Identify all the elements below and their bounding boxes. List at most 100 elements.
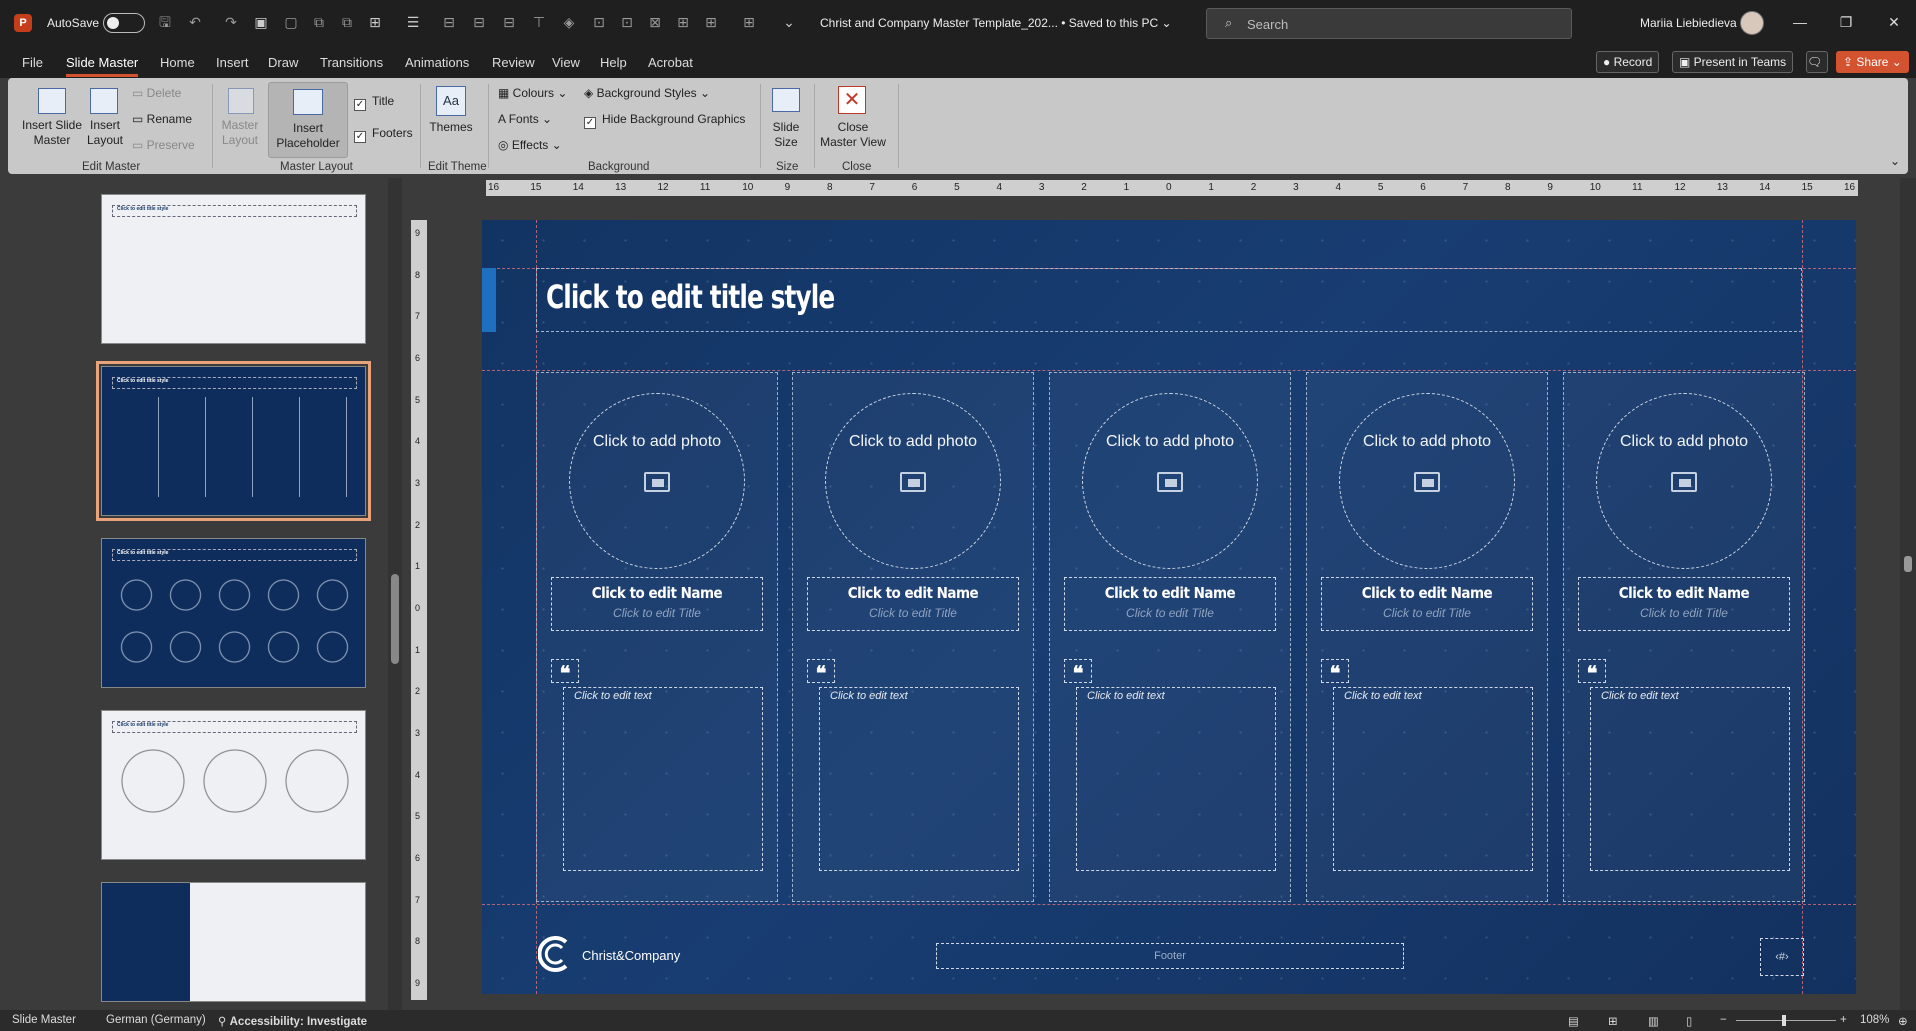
document-title[interactable]: Christ and Company Master Template_202..… — [820, 16, 1172, 30]
thumbnail-scrollbar[interactable] — [388, 178, 402, 1010]
zoom-slider[interactable] — [1736, 1015, 1836, 1026]
photo-placeholder[interactable]: Click to add photo — [1596, 393, 1772, 569]
search-box[interactable]: ⌕ — [1206, 8, 1572, 39]
themes-button[interactable]: Themes — [428, 120, 474, 135]
close-master-view-button[interactable]: Close Master View — [820, 120, 886, 150]
customize-qat-icon[interactable]: ⌄ — [780, 13, 798, 31]
slide-sorter-icon[interactable]: ▥ — [1648, 1014, 1659, 1028]
search-input[interactable] — [1247, 15, 1547, 33]
record-button[interactable]: ● Record — [1596, 51, 1660, 73]
slide-number-placeholder[interactable]: ‹#› — [1760, 938, 1804, 976]
tab-slide-master[interactable]: Slide Master — [66, 55, 139, 77]
tab-view[interactable]: View — [552, 55, 580, 70]
undo-icon[interactable]: ↶ — [186, 13, 204, 31]
master-layout-button[interactable]: Master Layout — [220, 118, 260, 148]
collapse-ribbon-icon[interactable]: ⌄ — [1890, 154, 1900, 169]
qat-layout-icon[interactable]: ⊞ — [366, 13, 384, 31]
thumbnail-scroll-thumb[interactable] — [391, 574, 399, 664]
layout-thumbnail-4[interactable]: Click to edit title style — [101, 710, 366, 860]
tab-home[interactable]: Home — [160, 55, 195, 70]
qat-grid-icon[interactable]: ⊞ — [702, 13, 720, 31]
preserve-button[interactable]: ▭ Preserve — [132, 138, 195, 153]
tab-acrobat[interactable]: Acrobat — [648, 55, 693, 70]
slide-master-layout[interactable]: Click to edit title style Click to add p… — [482, 220, 1856, 994]
layout-thumbnail-1[interactable]: Click to edit title style — [101, 194, 366, 344]
qat-align-right-icon[interactable]: ⊟ — [500, 13, 518, 31]
normal-view-icon[interactable]: ⊞ — [1608, 1014, 1618, 1028]
qat-align-top-icon[interactable]: ⊤ — [530, 13, 548, 31]
qat-shape-icon[interactable]: ▢ — [282, 13, 300, 31]
qat-align-icon[interactable]: ☰ — [404, 13, 422, 31]
effects-button[interactable]: ◎ Effects ⌄ — [498, 138, 562, 153]
fit-to-window-icon[interactable]: ⊕ — [1898, 1014, 1908, 1028]
tab-review[interactable]: Review — [492, 55, 535, 70]
text-placeholder[interactable]: Click to edit text — [563, 687, 763, 871]
tab-help[interactable]: Help — [600, 55, 627, 70]
text-placeholder[interactable]: Click to edit text — [1590, 687, 1790, 871]
footers-checkbox[interactable]: ✓ Footers — [354, 126, 413, 143]
present-in-teams-button[interactable]: ▣ Present in Teams — [1672, 51, 1794, 73]
save-icon[interactable]: 🖫 — [156, 13, 174, 31]
restore-icon[interactable]: ❐ — [1836, 12, 1856, 32]
qat-group-icon[interactable]: ⧉ — [310, 13, 328, 31]
footer-placeholder[interactable]: Footer — [936, 943, 1404, 969]
user-name[interactable]: Mariia Liebiedieva — [1640, 16, 1737, 30]
qat-fill-icon[interactable]: ◈ — [560, 13, 578, 31]
share-button[interactable]: ⇪ Share ⌄ — [1836, 51, 1909, 73]
qat-more-icon[interactable]: ⊞ — [740, 13, 758, 31]
photo-placeholder[interactable]: Click to add photo — [569, 393, 745, 569]
zoom-in-icon[interactable]: + — [1840, 1014, 1847, 1026]
minimize-icon[interactable]: — — [1790, 12, 1810, 32]
name-placeholder[interactable]: Click to edit Name Click to edit Title — [807, 577, 1019, 631]
canvas-scroll-thumb[interactable] — [1904, 556, 1912, 572]
autosave-toggle[interactable] — [103, 13, 145, 33]
photo-placeholder[interactable]: Click to add photo — [1339, 393, 1515, 569]
tab-file[interactable]: File — [22, 55, 43, 70]
comments-icon[interactable]: 🗨 — [1806, 51, 1828, 73]
layout-thumbnail-5[interactable] — [101, 882, 366, 1002]
rename-button[interactable]: ▭ Rename — [132, 112, 192, 127]
fonts-button[interactable]: A Fonts ⌄ — [498, 112, 552, 127]
text-placeholder[interactable]: Click to edit text — [1333, 687, 1533, 871]
tab-draw[interactable]: Draw — [268, 55, 298, 70]
background-styles-button[interactable]: ◈ Background Styles ⌄ — [584, 86, 710, 101]
photo-placeholder[interactable]: Click to add photo — [825, 393, 1001, 569]
zoom-slider-thumb[interactable] — [1782, 1015, 1786, 1026]
accessibility-status[interactable]: ⚲ Accessibility: Investigate — [218, 1014, 367, 1028]
canvas-scrollbar[interactable] — [1900, 178, 1916, 1010]
tab-transitions[interactable]: Transitions — [320, 55, 383, 70]
delete-button[interactable]: ▭ Delete — [132, 86, 181, 101]
layout-thumbnail-2[interactable]: Click to edit title style — [96, 361, 371, 521]
qat-align-left-icon[interactable]: ⊟ — [440, 13, 458, 31]
tab-animations[interactable]: Animations — [405, 55, 469, 70]
colours-button[interactable]: ▦ Colours ⌄ — [498, 86, 567, 101]
present-from-start-icon[interactable]: ▣ — [252, 13, 270, 31]
qat-distribute-v-icon[interactable]: ⊡ — [618, 13, 636, 31]
qat-crop-icon[interactable]: ⊠ — [646, 13, 664, 31]
notes-icon[interactable]: ▤ — [1568, 1014, 1579, 1028]
qat-distribute-icon[interactable]: ⊡ — [590, 13, 608, 31]
layout-thumbnail-3[interactable]: Click to edit title style — [101, 538, 366, 688]
tab-insert[interactable]: Insert — [216, 55, 249, 70]
name-placeholder[interactable]: Click to edit Name Click to edit Title — [1064, 577, 1276, 631]
title-checkbox[interactable]: ✓ Title — [354, 94, 394, 111]
avatar[interactable] — [1740, 11, 1764, 35]
slide-size-button[interactable]: Slide Size — [766, 120, 806, 150]
status-language[interactable]: German (Germany) — [106, 1014, 206, 1026]
text-placeholder[interactable]: Click to edit text — [819, 687, 1019, 871]
insert-slide-master-button[interactable]: Insert Slide Master — [20, 118, 84, 148]
qat-table-icon[interactable]: ⊞ — [674, 13, 692, 31]
redo-icon[interactable]: ↷ — [222, 13, 240, 31]
close-icon[interactable]: ✕ — [1884, 12, 1904, 32]
insert-placeholder-button[interactable]: Insert Placeholder — [268, 82, 348, 158]
photo-placeholder[interactable]: Click to add photo — [1082, 393, 1258, 569]
name-placeholder[interactable]: Click to edit Name Click to edit Title — [551, 577, 763, 631]
qat-arrange-icon[interactable]: ⧉ — [338, 13, 356, 31]
insert-layout-button[interactable]: Insert Layout — [86, 118, 124, 148]
zoom-level[interactable]: 108% — [1860, 1014, 1889, 1026]
qat-align-center-icon[interactable]: ⊟ — [470, 13, 488, 31]
hide-background-graphics-checkbox[interactable]: ✓ Hide Background Graphics — [584, 112, 745, 129]
text-placeholder[interactable]: Click to edit text — [1076, 687, 1276, 871]
name-placeholder[interactable]: Click to edit Name Click to edit Title — [1321, 577, 1533, 631]
reading-view-icon[interactable]: ▯ — [1686, 1014, 1692, 1028]
